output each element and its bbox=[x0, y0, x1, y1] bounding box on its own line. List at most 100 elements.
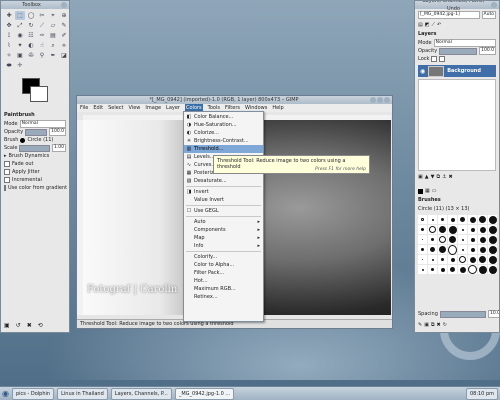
taskbar-task[interactable]: pics - Dolphin bbox=[11, 387, 55, 400]
edit-brush-icon[interactable]: ✎ bbox=[418, 322, 422, 328]
tool-icon[interactable]: ▤ bbox=[48, 31, 58, 40]
tool-icon[interactable]: ☷ bbox=[26, 31, 36, 40]
brush-thumbnail[interactable] bbox=[468, 265, 477, 274]
minimize-icon[interactable] bbox=[370, 97, 376, 103]
brush-thumbnail[interactable] bbox=[448, 225, 457, 234]
reset-options-icon[interactable]: ⟲ bbox=[38, 322, 43, 329]
spacing-slider[interactable] bbox=[439, 310, 486, 318]
brush-thumbnail[interactable] bbox=[418, 255, 427, 264]
image-select[interactable]: [_MG_0942.jpg-1] bbox=[418, 11, 480, 19]
gradient-color-checkbox[interactable] bbox=[4, 185, 6, 191]
incremental-checkbox[interactable] bbox=[4, 177, 10, 183]
taskbar-clock[interactable]: 08:10 pm bbox=[465, 387, 498, 400]
brush-thumbnail[interactable] bbox=[478, 255, 487, 264]
close-icon[interactable] bbox=[491, 2, 497, 8]
brush-thumbnail[interactable] bbox=[428, 245, 437, 254]
brush-dynamics-expander[interactable]: Brush Dynamics bbox=[9, 153, 50, 159]
tool-icon[interactable]: ✑ bbox=[37, 31, 47, 40]
brush-thumbnail[interactable] bbox=[428, 225, 437, 234]
gradient-icon[interactable]: ▭ bbox=[432, 188, 437, 194]
tool-icon[interactable]: ✥ bbox=[4, 21, 14, 30]
tab-paths-icon[interactable]: ⟋ bbox=[431, 22, 435, 28]
tool-icon[interactable]: ✚ bbox=[4, 11, 14, 20]
delete-brush-icon[interactable]: ✖ bbox=[437, 322, 441, 328]
brush-thumbnail[interactable] bbox=[468, 215, 477, 224]
brush-thumbnail[interactable] bbox=[438, 215, 447, 224]
menu-file[interactable]: File bbox=[80, 104, 88, 112]
tool-icon[interactable]: ↻ bbox=[26, 21, 36, 30]
tool-icon[interactable]: ⟋ bbox=[37, 21, 47, 30]
brush-thumbnail[interactable] bbox=[488, 255, 497, 264]
layer-row[interactable]: ◉ Background bbox=[418, 65, 496, 77]
opacity-slider[interactable] bbox=[25, 128, 48, 136]
tool-icon[interactable]: ✂ bbox=[37, 11, 47, 20]
menu-item-maximum-rgb[interactable]: Maximum RGB... bbox=[184, 285, 263, 293]
brush-thumbnail[interactable] bbox=[448, 244, 457, 255]
tool-icon[interactable]: ⚲ bbox=[37, 51, 47, 60]
brush-thumbnail[interactable] bbox=[488, 225, 497, 234]
tool-icon[interactable]: ✒ bbox=[48, 51, 58, 60]
visibility-icon[interactable]: ◉ bbox=[420, 68, 425, 75]
menu-item-map[interactable]: Map ▸ bbox=[184, 234, 263, 242]
save-options-icon[interactable]: ▣ bbox=[4, 322, 10, 329]
tool-icon[interactable]: ✇ bbox=[26, 51, 36, 60]
brush-thumbnail[interactable] bbox=[458, 225, 467, 234]
brush-thumbnail[interactable] bbox=[418, 215, 427, 224]
menu-item-hot[interactable]: Hot... bbox=[184, 277, 263, 285]
tool-icon[interactable]: ⊕ bbox=[59, 11, 69, 20]
brush-thumbnail[interactable] bbox=[488, 235, 497, 244]
taskbar-task[interactable]: Linux in Thailand bbox=[57, 387, 108, 400]
raise-layer-icon[interactable]: ▲ bbox=[425, 174, 429, 180]
lower-layer-icon[interactable]: ▼ bbox=[431, 174, 435, 180]
tab-undo-icon[interactable]: ↶ bbox=[437, 22, 441, 28]
opacity-value[interactable]: 100.0 bbox=[49, 128, 66, 136]
duplicate-brush-icon[interactable]: ⧉ bbox=[431, 322, 435, 328]
tool-icon[interactable]: ⌕ bbox=[48, 41, 58, 50]
brush-thumbnail[interactable] bbox=[478, 215, 487, 224]
menu-item-desaturate[interactable]: ▨ Desaturate... bbox=[184, 177, 263, 185]
brush-thumbnail[interactable] bbox=[458, 215, 467, 224]
brush-thumbnail[interactable] bbox=[428, 255, 437, 264]
menu-layer[interactable]: Layer bbox=[166, 104, 180, 112]
brush-thumbnail[interactable] bbox=[438, 225, 447, 234]
tool-icon[interactable]: ✦ bbox=[15, 41, 25, 50]
tool-icon[interactable]: ✧ bbox=[4, 51, 14, 60]
delete-options-icon[interactable]: ✖ bbox=[27, 322, 32, 329]
brush-thumbnail[interactable] bbox=[428, 265, 437, 274]
menu-item-color-to-alpha[interactable]: Color to Alpha... bbox=[184, 261, 263, 269]
brush-thumbnail[interactable] bbox=[458, 255, 467, 264]
brush-thumbnail[interactable] bbox=[438, 235, 447, 244]
brush-thumbnail[interactable] bbox=[478, 245, 487, 254]
brush-thumbnail[interactable] bbox=[478, 235, 487, 244]
menu-item-components[interactable]: Components ▸ bbox=[184, 226, 263, 234]
restore-options-icon[interactable]: ↺ bbox=[16, 322, 21, 329]
mode-select[interactable]: Normal bbox=[19, 120, 66, 128]
tool-icon[interactable]: ◯ bbox=[26, 11, 36, 20]
duplicate-layer-icon[interactable]: ⧉ bbox=[436, 174, 440, 180]
tool-icon[interactable]: ⟟ bbox=[4, 31, 14, 40]
tool-icon[interactable]: ⌖ bbox=[48, 11, 58, 20]
brush-thumbnail[interactable] bbox=[448, 215, 457, 224]
layer-mode-select[interactable]: Normal bbox=[433, 39, 496, 47]
close-icon[interactable] bbox=[384, 97, 390, 103]
tool-icon[interactable]: ✐ bbox=[59, 31, 69, 40]
brush-thumbnail[interactable] bbox=[468, 255, 477, 264]
brush-preview-icon[interactable] bbox=[20, 137, 26, 143]
brush-thumbnail[interactable] bbox=[438, 255, 447, 264]
brush-thumbnail[interactable] bbox=[448, 235, 457, 244]
brush-thumbnail[interactable] bbox=[448, 265, 457, 274]
taskbar-task[interactable]: _MG_0942.jpg-1.0 ... bbox=[174, 387, 235, 400]
menu-item-value-invert[interactable]: Value Invert bbox=[184, 196, 263, 204]
brush-thumbnail[interactable] bbox=[418, 235, 427, 244]
tool-icon[interactable]: ◪ bbox=[59, 51, 69, 60]
tool-icon[interactable]: ⤢ bbox=[15, 21, 25, 30]
brush-thumbnail[interactable] bbox=[458, 235, 467, 244]
menu-item-hue-saturation[interactable]: ◑ Hue-Saturation... bbox=[184, 121, 263, 129]
menu-item-colorify[interactable]: Colorify... bbox=[184, 253, 263, 261]
expander-icon[interactable]: ▸ bbox=[4, 153, 7, 159]
scale-value[interactable]: 1.00 bbox=[51, 144, 66, 152]
menu-item-auto[interactable]: Auto ▸ bbox=[184, 218, 263, 226]
pattern-icon[interactable]: ▦ bbox=[425, 188, 430, 194]
menu-select[interactable]: Select bbox=[108, 104, 123, 112]
brush-thumbnail[interactable] bbox=[428, 215, 437, 224]
